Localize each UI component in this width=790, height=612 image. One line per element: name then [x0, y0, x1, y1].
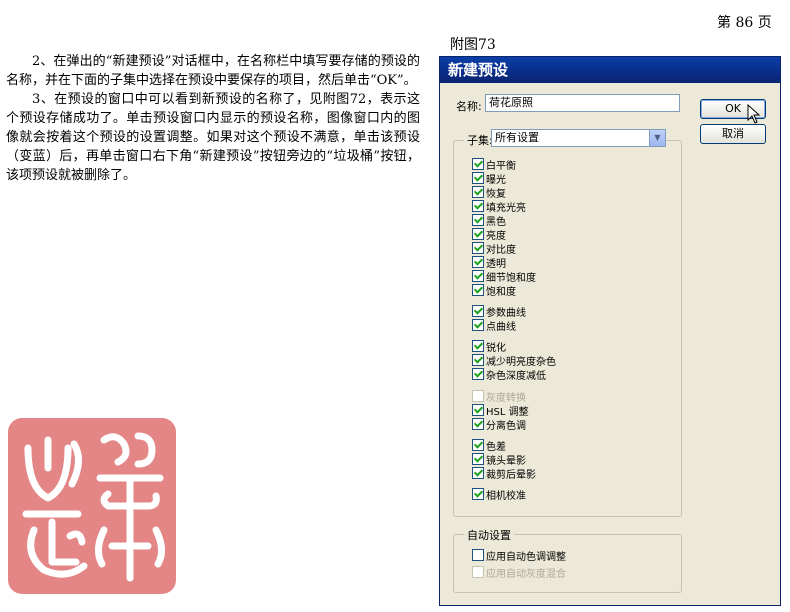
checkbox-label: 恢复: [486, 189, 506, 200]
checkbox-row[interactable]: 杂色深度减低: [472, 368, 546, 382]
checkbox-icon[interactable]: [472, 319, 484, 331]
checkbox-row[interactable]: 锐化: [472, 340, 506, 354]
checkbox-label: 参数曲线: [486, 308, 526, 319]
page-number: 第 86 页: [717, 15, 772, 31]
checkbox-row[interactable]: 饱和度: [472, 284, 516, 298]
checkbox-icon[interactable]: [472, 354, 484, 366]
checkbox-row: 灰度转换: [472, 390, 526, 404]
checkbox-row[interactable]: 减少明亮度杂色: [472, 354, 556, 368]
checkbox-label: 裁剪后晕影: [486, 470, 536, 481]
checkbox-row[interactable]: 曝光: [472, 172, 506, 186]
checkbox-label: 饱和度: [486, 287, 516, 298]
checkbox-row[interactable]: 应用自动色调调整: [472, 549, 566, 563]
figure-caption: 附图73: [450, 37, 496, 53]
checkbox-icon[interactable]: [472, 186, 484, 198]
checkbox-row[interactable]: 透明: [472, 256, 506, 270]
checkbox-row[interactable]: 相机校准: [472, 488, 526, 502]
checkbox-label: 应用自动色调调整: [486, 552, 566, 563]
checkbox-row[interactable]: 分离色调: [472, 418, 526, 432]
checkbox-label: 应用自动灰度混合: [486, 569, 566, 580]
checkbox-row[interactable]: 色差: [472, 439, 506, 453]
checkbox-label: 细节饱和度: [486, 273, 536, 284]
checkbox-icon[interactable]: [472, 242, 484, 254]
subset-group: 子集: 所有设置 ▼ 白平衡 曝光 恢复 填充光亮 黑色 亮度 对比度 透明 细节饱和度 饱和度参…: [453, 129, 682, 517]
checkbox-row[interactable]: 黑色: [472, 214, 506, 228]
checkbox-label: 分离色调: [486, 421, 526, 432]
checkbox-row[interactable]: 参数曲线: [472, 305, 526, 319]
checkbox-icon[interactable]: [472, 368, 484, 380]
chevron-down-icon[interactable]: ▼: [649, 130, 665, 146]
subset-select[interactable]: 所有设置 ▼: [491, 129, 666, 147]
checkbox-row[interactable]: 镜头晕影: [472, 453, 526, 467]
checkbox-row[interactable]: 点曲线: [472, 319, 516, 333]
checkbox-icon: [472, 390, 484, 402]
auto-settings-label: 自动设置: [464, 527, 514, 543]
cancel-button[interactable]: 取消: [700, 124, 766, 144]
name-input[interactable]: 荷花原照: [485, 94, 680, 112]
auto-settings-group: 自动设置 应用自动色调调整 应用自动灰度混合: [453, 527, 682, 593]
checkbox-row[interactable]: 细节饱和度: [472, 270, 536, 284]
checkbox-label: 减少明亮度杂色: [486, 357, 556, 368]
body-text: 2、在弹出的“新建预设”对话框中，在名称栏中填写要存储的预设的名称，并在下面的子…: [6, 52, 420, 185]
checkbox-icon[interactable]: [472, 214, 484, 226]
checkbox-label: 灰度转换: [486, 393, 526, 404]
checkbox-row[interactable]: HSL 调整: [472, 404, 529, 418]
checkbox-label: 色差: [486, 442, 506, 453]
checkbox-row[interactable]: 填充光亮: [472, 200, 526, 214]
checkbox-row: 应用自动灰度混合: [472, 566, 566, 580]
checkbox-row[interactable]: 对比度: [472, 242, 516, 256]
checkbox-label: 透明: [486, 259, 506, 270]
new-preset-dialog: 新建预设 名称: 荷花原照 OK 取消 子集: 所有设置 ▼ 白平衡 曝光 恢复 填充…: [439, 56, 781, 606]
checkbox-icon[interactable]: [472, 418, 484, 430]
subset-select-value: 所有设置: [495, 131, 539, 144]
checkbox-icon[interactable]: [472, 488, 484, 500]
seal-stamp: [8, 418, 176, 594]
checkbox-icon: [472, 566, 484, 578]
checkbox-label: 白平衡: [486, 161, 516, 172]
mouse-pointer-icon: [747, 104, 761, 124]
checkbox-label: 填充光亮: [486, 203, 526, 214]
checkbox-label: 曝光: [486, 175, 506, 186]
checkbox-icon[interactable]: [472, 270, 484, 282]
name-label: 名称:: [456, 100, 482, 113]
checkbox-icon[interactable]: [472, 158, 484, 170]
checkbox-label: 镜头晕影: [486, 456, 526, 467]
paragraph-step-2: 2、在弹出的“新建预设”对话框中，在名称栏中填写要存储的预设的名称，并在下面的子…: [6, 54, 420, 88]
checkbox-label: 杂色深度减低: [486, 371, 546, 382]
checkbox-icon[interactable]: [472, 453, 484, 465]
checkbox-label: 相机校准: [486, 491, 526, 502]
checkbox-icon[interactable]: [472, 467, 484, 479]
checkbox-icon[interactable]: [472, 404, 484, 416]
checkbox-icon[interactable]: [472, 200, 484, 212]
checkbox-icon[interactable]: [472, 439, 484, 451]
checkbox-label: HSL 调整: [486, 407, 529, 418]
checkbox-label: 锐化: [486, 343, 506, 354]
checkbox-label: 亮度: [486, 231, 506, 242]
checkbox-row[interactable]: 白平衡: [472, 158, 516, 172]
checkbox-label: 点曲线: [486, 322, 516, 333]
checkbox-row[interactable]: 裁剪后晕影: [472, 467, 536, 481]
checkbox-icon[interactable]: [472, 340, 484, 352]
checkbox-label: 黑色: [486, 217, 506, 228]
checkbox-icon[interactable]: [472, 172, 484, 184]
paragraph-step-3: 3、在预设的窗口中可以看到新预设的名称了，见附图72，表示这个预设存储成功了。单…: [6, 92, 420, 183]
checkbox-icon[interactable]: [472, 228, 484, 240]
checkbox-icon[interactable]: [472, 305, 484, 317]
checkbox-icon[interactable]: [472, 256, 484, 268]
dialog-title: 新建预设: [440, 57, 780, 83]
checkbox-row[interactable]: 亮度: [472, 228, 506, 242]
checkbox-label: 对比度: [486, 245, 516, 256]
checkbox-icon[interactable]: [472, 549, 484, 561]
checkbox-icon[interactable]: [472, 284, 484, 296]
checkbox-row[interactable]: 恢复: [472, 186, 506, 200]
